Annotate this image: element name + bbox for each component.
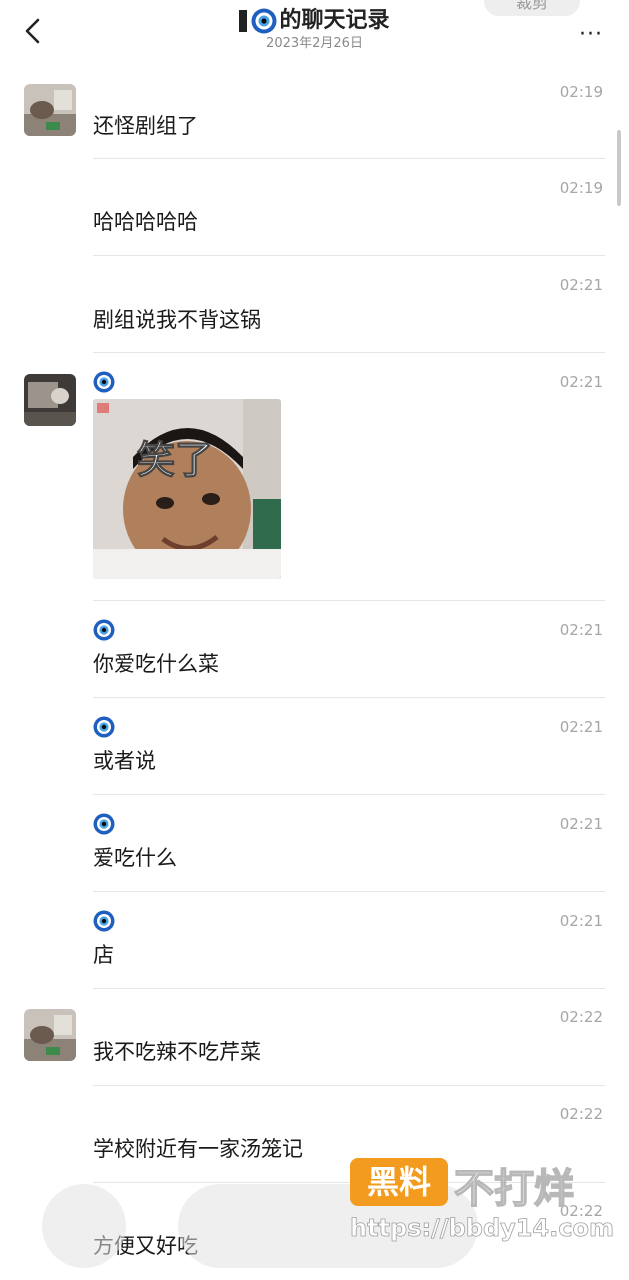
message-time: 02:21	[559, 815, 603, 833]
scrollbar[interactable]	[617, 130, 621, 206]
laughing-face-sticker	[93, 399, 281, 579]
more-dots-icon[interactable]: ···	[579, 22, 603, 47]
evil-eye-icon	[93, 716, 115, 738]
divider	[93, 794, 605, 795]
divider	[93, 352, 605, 353]
message-time: 02:22	[559, 1008, 603, 1026]
divider	[93, 600, 605, 601]
message-time: 02:19	[559, 83, 603, 101]
message-text[interactable]: 或者说	[93, 745, 156, 775]
user-photo-1	[24, 1009, 76, 1061]
user-photo-2	[24, 374, 76, 426]
avatar[interactable]	[24, 374, 76, 426]
message-text[interactable]: 我不吃辣不吃芹菜	[93, 1036, 261, 1066]
title-block: 的聊天记录 2023年2月26日	[0, 6, 629, 52]
sticker-image[interactable]: 笑了	[93, 399, 281, 579]
message-time: 02:22	[559, 1105, 603, 1123]
divider	[93, 158, 605, 159]
divider	[93, 255, 605, 256]
divider	[93, 988, 605, 989]
message-text[interactable]: 学校附近有一家汤笼记	[93, 1133, 303, 1163]
message-time: 02:21	[559, 373, 603, 391]
message-text[interactable]: 店	[93, 939, 114, 969]
title-glyph	[239, 10, 248, 32]
watermark-url: https://bbdy14.com	[350, 1214, 615, 1243]
message-time: 02:19	[559, 179, 603, 197]
blurred-control	[42, 1184, 126, 1268]
evil-eye-icon	[93, 619, 115, 641]
avatar[interactable]	[24, 84, 76, 136]
avatar[interactable]	[24, 1009, 76, 1061]
divider	[93, 1085, 605, 1086]
watermark-text: 不打烊	[453, 1165, 575, 1213]
sticker-caption: 笑了	[136, 438, 214, 483]
message-time: 02:21	[559, 718, 603, 736]
watermark-badge: 黑料	[350, 1158, 448, 1206]
message-text[interactable]: 爱吃什么	[93, 842, 177, 872]
evil-eye-icon	[251, 8, 277, 34]
message-text[interactable]: 哈哈哈哈哈	[93, 206, 198, 236]
title-text: 的聊天记录	[279, 8, 390, 33]
user-photo-1	[24, 84, 76, 136]
evil-eye-icon	[93, 910, 115, 932]
page-title: 的聊天记录	[239, 6, 390, 36]
chat-history-header: 裁剪 的聊天记录 2023年2月26日 ···	[0, 0, 629, 62]
evil-eye-icon	[93, 371, 115, 393]
message-text[interactable]: 你爱吃什么菜	[93, 648, 219, 678]
watermark: 黑料 不打烊 https://bbdy14.com	[350, 1152, 614, 1260]
divider	[93, 697, 605, 698]
message-text[interactable]: 还怪剧组了	[93, 110, 198, 140]
chat-date: 2023年2月26日	[266, 36, 363, 51]
message-time: 02:21	[559, 276, 603, 294]
evil-eye-icon	[93, 813, 115, 835]
divider	[93, 891, 605, 892]
message-time: 02:21	[559, 621, 603, 639]
message-time: 02:21	[559, 912, 603, 930]
message-text[interactable]: 剧组说我不背这锅	[93, 304, 261, 334]
